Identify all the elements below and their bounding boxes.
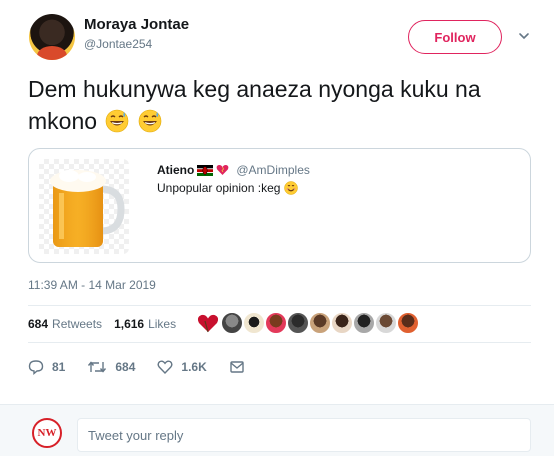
grinning-sweat-emoji-icon	[138, 109, 162, 133]
like-button[interactable]: 1.6K	[157, 359, 207, 375]
quoted-tweet[interactable]: Atieno @AmDimples Unpopular opinion :keg	[28, 148, 531, 263]
reply-icon	[28, 360, 44, 375]
tweet-text: Dem hukunywa keg anaeza nyonga kuku na m…	[28, 73, 528, 137]
divider	[28, 342, 531, 343]
follow-button[interactable]: Follow	[408, 20, 502, 54]
heart-avatar[interactable]	[196, 311, 220, 335]
quoted-handle: @AmDimples	[236, 163, 310, 177]
liker-avatar[interactable]	[242, 311, 266, 335]
retweets-label[interactable]: Retweets	[52, 317, 102, 331]
quoted-text: Unpopular opinion :keg	[157, 181, 299, 195]
author-avatar[interactable]	[29, 14, 75, 60]
tweet-body: Dem hukunywa keg anaeza nyonga kuku na m…	[28, 76, 481, 134]
quoted-text-body: Unpopular opinion :keg	[157, 181, 281, 195]
message-button[interactable]	[229, 359, 253, 375]
tweet-timestamp[interactable]: 11:39 AM - 14 Mar 2019	[28, 278, 156, 292]
heart-icon	[216, 164, 229, 175]
liker-avatar[interactable]	[220, 311, 244, 335]
beer-mug-image	[39, 159, 129, 254]
likes-count[interactable]: 1,616	[114, 317, 144, 331]
retweet-button[interactable]: 684	[87, 359, 135, 375]
reply-bar: NW Tweet your reply	[0, 404, 554, 456]
reply-input[interactable]: Tweet your reply	[77, 418, 531, 452]
liker-avatar[interactable]	[286, 311, 310, 335]
liker-avatar[interactable]	[308, 311, 332, 335]
liker-avatar[interactable]	[264, 311, 288, 335]
liker-avatar[interactable]	[396, 311, 420, 335]
envelope-icon	[230, 361, 244, 373]
author-display-name[interactable]: Moraya Jontae	[84, 16, 189, 33]
quoted-author[interactable]: Atieno @AmDimples	[157, 163, 310, 177]
liker-avatar[interactable]	[352, 311, 376, 335]
tweet-header: Moraya Jontae @Jontae254 Follow	[0, 0, 554, 64]
reply-button[interactable]: 81	[28, 359, 65, 375]
retweet-icon	[88, 361, 107, 373]
retweets-count[interactable]: 684	[28, 317, 48, 331]
like-count: 1.6K	[181, 360, 207, 374]
current-user-avatar[interactable]: NW	[32, 418, 62, 448]
heart-outline-icon	[157, 360, 173, 375]
chevron-down-icon[interactable]	[518, 30, 530, 42]
beer-mug-icon	[50, 170, 125, 247]
liker-avatar[interactable]	[330, 311, 354, 335]
grinning-sweat-emoji-icon	[106, 109, 129, 133]
reply-count: 81	[52, 360, 66, 374]
likes-label[interactable]: Likes	[148, 317, 176, 331]
tweet-actions: 81 684 1.6K	[28, 355, 275, 379]
smiling-emoji-icon	[284, 181, 299, 195]
liker-avatar[interactable]	[374, 311, 398, 335]
retweet-count: 684	[115, 360, 136, 374]
author-handle[interactable]: @Jontae254	[84, 37, 152, 51]
quoted-author-name: Atieno	[157, 163, 195, 177]
tweet-stats: 684 Retweets 1,616 Likes	[28, 306, 176, 342]
likers-avatars	[196, 311, 420, 335]
kenya-flag-icon	[197, 164, 214, 176]
